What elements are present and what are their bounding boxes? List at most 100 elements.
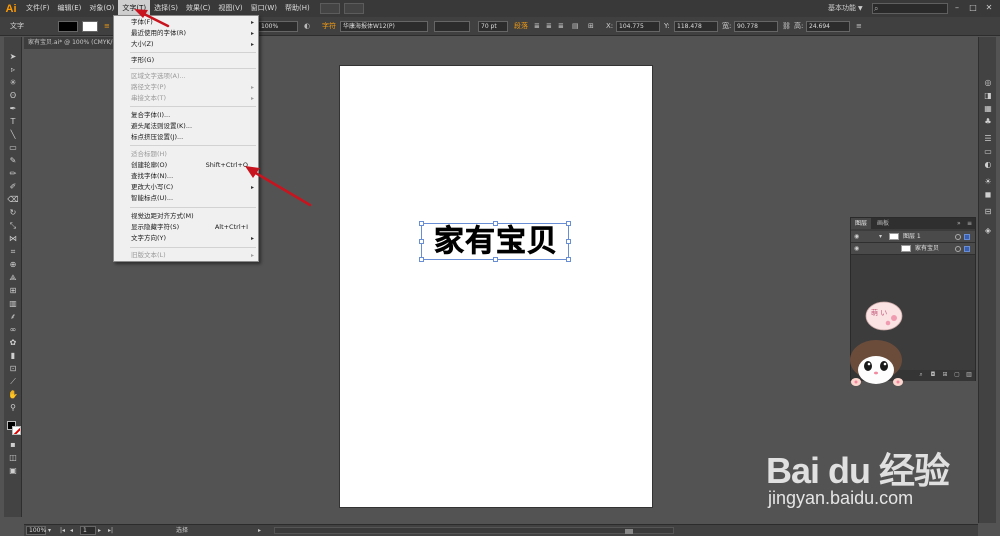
trash-icon[interactable]: ▥ <box>965 371 973 379</box>
width-field[interactable]: 90.778 <box>734 21 778 32</box>
paintbrush-tool-icon[interactable]: ✎ <box>7 155 19 166</box>
pen-tool-icon[interactable]: ✒ <box>7 103 19 114</box>
gradient-panel-icon[interactable]: ▭ <box>982 146 994 157</box>
slice-tool-icon[interactable]: ⟋ <box>7 376 19 387</box>
resize-handle[interactable] <box>566 239 571 244</box>
swatches-icon[interactable]: ▦ <box>982 103 994 114</box>
first-artboard-icon[interactable]: |◂ <box>60 526 65 536</box>
link-icon[interactable]: ⛓ <box>782 21 791 32</box>
column-graph-tool-icon[interactable]: ▮ <box>7 350 19 361</box>
layers-panel-icon[interactable]: ◈ <box>982 225 994 236</box>
layer-row[interactable]: ◉ 家有宝贝 <box>851 243 975 255</box>
menu-item-mojikumi[interactable]: 标点挤压设置(J)... <box>114 132 258 143</box>
type-tool-icon[interactable]: T <box>7 116 19 127</box>
last-artboard-icon[interactable]: ▸| <box>108 526 113 536</box>
layer-row[interactable]: ◉ ▾ 图层 1 <box>851 231 975 243</box>
resize-handle[interactable] <box>566 221 571 226</box>
resize-handle[interactable] <box>419 239 424 244</box>
color-panel-icon[interactable]: ◨ <box>982 90 994 101</box>
menu-edit[interactable]: 编辑(E) <box>54 0 86 17</box>
menu-item-composite-fonts[interactable]: 复合字体(I)... <box>114 110 258 121</box>
chevron-down-icon[interactable]: ▾ <box>879 231 882 243</box>
document-tab[interactable]: 家有宝贝.ai* @ 100% (CMYK/预览) <box>24 37 116 49</box>
blob-brush-tool-icon[interactable]: ✐ <box>7 181 19 192</box>
next-artboard-icon[interactable]: ▸ <box>98 526 101 536</box>
style-icon[interactable]: ◐ <box>304 21 310 32</box>
stroke-color-picker[interactable] <box>82 21 98 32</box>
x-field[interactable]: 104.775 <box>616 21 660 32</box>
tab-layers[interactable]: 图层 <box>851 218 872 229</box>
free-transform-tool-icon[interactable]: ⌗ <box>7 246 19 257</box>
paragraph-link[interactable]: 段落 <box>514 21 528 32</box>
search-input[interactable] <box>872 3 948 14</box>
selected-text-object[interactable]: 家有宝贝 <box>419 221 571 262</box>
pencil-tool-icon[interactable]: ✏ <box>7 168 19 179</box>
menu-item-change-case[interactable]: 更改大小写(C) ▸ <box>114 182 258 193</box>
menu-help[interactable]: 帮助(H) <box>281 0 314 17</box>
direct-selection-tool-icon[interactable]: ▹ <box>7 64 19 75</box>
stroke-swatch[interactable] <box>12 426 21 435</box>
menu-item-size[interactable]: 大小(Z) ▸ <box>114 39 258 50</box>
width-tool-icon[interactable]: ⋈ <box>7 233 19 244</box>
align-right-icon[interactable]: ≣ <box>558 21 564 32</box>
screen-mode-icon[interactable]: ▣ <box>7 465 19 476</box>
artboard-number-field[interactable]: 1 <box>80 526 96 535</box>
zoom-tool-icon[interactable]: ⚲ <box>7 402 19 413</box>
y-field[interactable]: 118.478 <box>674 21 718 32</box>
resize-handle[interactable] <box>493 221 498 226</box>
selection-tool-icon[interactable]: ➤ <box>7 51 19 62</box>
scrollbar-thumb[interactable] <box>625 529 633 534</box>
panel-menu-icon[interactable]: ≡ <box>856 21 862 32</box>
menu-item-recent-fonts[interactable]: 最近使用的字体(R) ▸ <box>114 28 258 39</box>
menu-item-font[interactable]: 字体(F) ▸ <box>114 17 258 28</box>
status-menu-icon[interactable]: ▸ <box>258 526 261 536</box>
font-family-select[interactable]: 华康海报体W12(P) <box>340 21 428 32</box>
rectangle-tool-icon[interactable]: ▭ <box>7 142 19 153</box>
character-link[interactable]: 字符 <box>322 21 336 32</box>
scale-tool-icon[interactable]: ⤡ <box>7 220 19 231</box>
menu-item-optical-margin[interactable]: 视觉边距对齐方式(M) <box>114 211 258 222</box>
eraser-tool-icon[interactable]: ⌫ <box>7 194 19 205</box>
eyedropper-tool-icon[interactable]: ⸙ <box>7 311 19 322</box>
rotate-tool-icon[interactable]: ↻ <box>7 207 19 218</box>
shape-builder-tool-icon[interactable]: ⊕ <box>7 259 19 270</box>
resize-handle[interactable] <box>419 221 424 226</box>
magic-wand-tool-icon[interactable]: ✳ <box>7 77 19 88</box>
menu-item-glyphs[interactable]: 字形(G) <box>114 55 258 66</box>
align-center-icon[interactable]: ≣ <box>546 21 552 32</box>
layer-target-icon[interactable] <box>955 234 961 240</box>
transparency-icon[interactable]: ◐ <box>982 159 994 170</box>
para-option-icon[interactable]: ▤ <box>572 21 579 32</box>
mesh-tool-icon[interactable]: ⊞ <box>7 285 19 296</box>
graphic-styles-icon[interactable]: ◼ <box>982 189 994 200</box>
fill-color-picker[interactable] <box>58 21 78 32</box>
menu-item-smart-punctuation[interactable]: 智能标点(U)... <box>114 193 258 204</box>
resize-handle[interactable] <box>493 257 498 262</box>
gradient-tool-icon[interactable]: ▥ <box>7 298 19 309</box>
resize-handle[interactable] <box>566 257 571 262</box>
transform-icon[interactable]: ⊞ <box>588 21 594 32</box>
font-style-select[interactable] <box>434 21 470 32</box>
stroke-panel-icon[interactable]: ☰ <box>982 133 994 144</box>
horizontal-scrollbar[interactable] <box>274 527 674 534</box>
perspective-grid-tool-icon[interactable]: ⟁ <box>7 272 19 283</box>
appearance-icon[interactable]: ☀ <box>982 176 994 187</box>
opacity-field[interactable]: 100% <box>258 21 298 32</box>
zoom-dropdown-icon[interactable]: ▾ <box>48 526 51 536</box>
layer-selection-indicator[interactable] <box>964 234 970 240</box>
align-panel-icon[interactable]: ⊟ <box>982 206 994 217</box>
symbol-sprayer-tool-icon[interactable]: ✿ <box>7 337 19 348</box>
maximize-icon[interactable]: □ <box>966 2 980 14</box>
menu-item-create-outlines[interactable]: 创建轮廓(O) Shift+Ctrl+O <box>114 160 258 171</box>
drawing-mode-icon[interactable]: ◫ <box>7 452 19 463</box>
visibility-eye-icon[interactable]: ◉ <box>854 243 859 255</box>
lasso-tool-icon[interactable]: ʘ <box>7 90 19 101</box>
new-layer-icon[interactable]: ▢ <box>953 371 961 379</box>
color-guide-icon[interactable]: ◎ <box>982 77 994 88</box>
resize-handle[interactable] <box>419 257 424 262</box>
workspace-switcher[interactable]: 基本功能 <box>828 0 856 17</box>
menu-item-find-font[interactable]: 查找字体(N)... <box>114 171 258 182</box>
blend-tool-icon[interactable]: ∞ <box>7 324 19 335</box>
menu-item-type-orientation[interactable]: 文字方向(Y) ▸ <box>114 233 258 244</box>
menu-file[interactable]: 文件(F) <box>22 0 54 17</box>
